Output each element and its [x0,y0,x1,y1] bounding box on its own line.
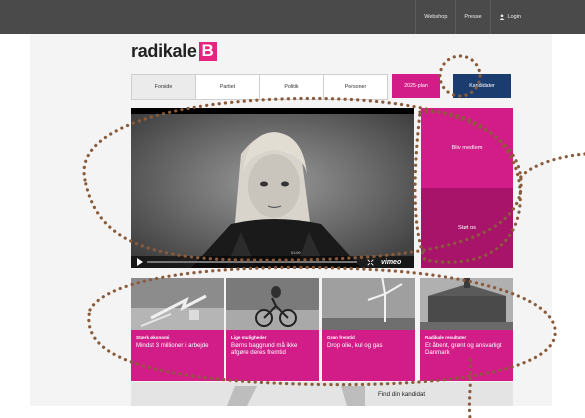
top-bar: Webshop Presse Login [0,0,585,34]
video-time: 01:09 [291,251,301,255]
video-progress-bar[interactable] [147,261,357,263]
find-candidate-label: Find din kandidat [378,391,426,398]
card-image-bicycle [226,278,319,330]
card-title: Grøn fremtid [327,335,355,340]
logo-wordmark: radikale [131,40,197,61]
site-logo[interactable]: radikale B [131,40,217,62]
kandidater-button[interactable]: Kandidater [453,74,511,98]
card-groen-fremtid[interactable]: Grøn fremtid Drop olie, kul og gas [322,278,415,381]
top-links: Webshop Presse Login [415,0,529,34]
card-description: Drop olie, kul og gas [327,342,383,349]
card-title: Radikale resultater [425,335,467,340]
vimeo-logo[interactable]: vimeo [381,259,401,266]
login-label: Login [507,14,521,20]
card-radikale-resultater[interactable]: Radikale resultater Et åbent, grønt og a… [420,278,513,381]
login-link[interactable]: Login [489,0,529,34]
stoet-os-button[interactable]: Støt os [421,188,513,268]
tab-forside[interactable]: Forside [132,75,196,99]
card-description: Børns baggrund må ikke afgøre deres frem… [231,342,298,357]
card-image-parliament [420,278,513,330]
plan-2025-button[interactable]: 2025-plan [392,74,440,98]
find-candidate-banner[interactable]: Find din kandidat [131,382,513,406]
logo-badge: B [198,41,217,61]
card-staerk-oekonomi[interactable]: Stærk økonomi Mindst 3 millioner i arbej… [131,278,224,381]
card-image-windmill [322,278,415,330]
webshop-link[interactable]: Webshop [415,0,455,34]
tab-partiet[interactable]: Partiet [196,75,260,99]
tab-politik[interactable]: Politik [260,75,324,99]
card-lige-muligheder[interactable]: Lige muligheder Børns baggrund må ikke a… [226,278,319,381]
play-icon[interactable] [137,258,143,266]
user-icon [499,14,504,20]
tab-personer[interactable]: Personer [324,75,387,99]
presse-label: Presse [464,14,482,20]
bliv-medlem-button[interactable]: Bliv medlem [421,108,513,188]
card-description: Et åbent, grønt og ansvarligt Danmark [425,342,502,357]
decor-shape-left [227,386,257,406]
decor-shape-right [341,386,365,406]
webshop-label: Webshop [424,14,448,20]
card-title: Lige muligheder [231,335,267,340]
card-title: Stærk økonomi [136,335,170,340]
fullscreen-icon[interactable] [367,259,374,266]
card-image-arrows [131,278,224,330]
main-nav: Forside Partiet Politik Personer [131,74,388,100]
card-description: Mindst 3 millioner i arbejde [136,342,209,349]
video-player[interactable]: 01:09 vimeo [131,108,414,268]
video-thumbnail-image [131,114,414,268]
presse-link[interactable]: Presse [455,0,489,34]
